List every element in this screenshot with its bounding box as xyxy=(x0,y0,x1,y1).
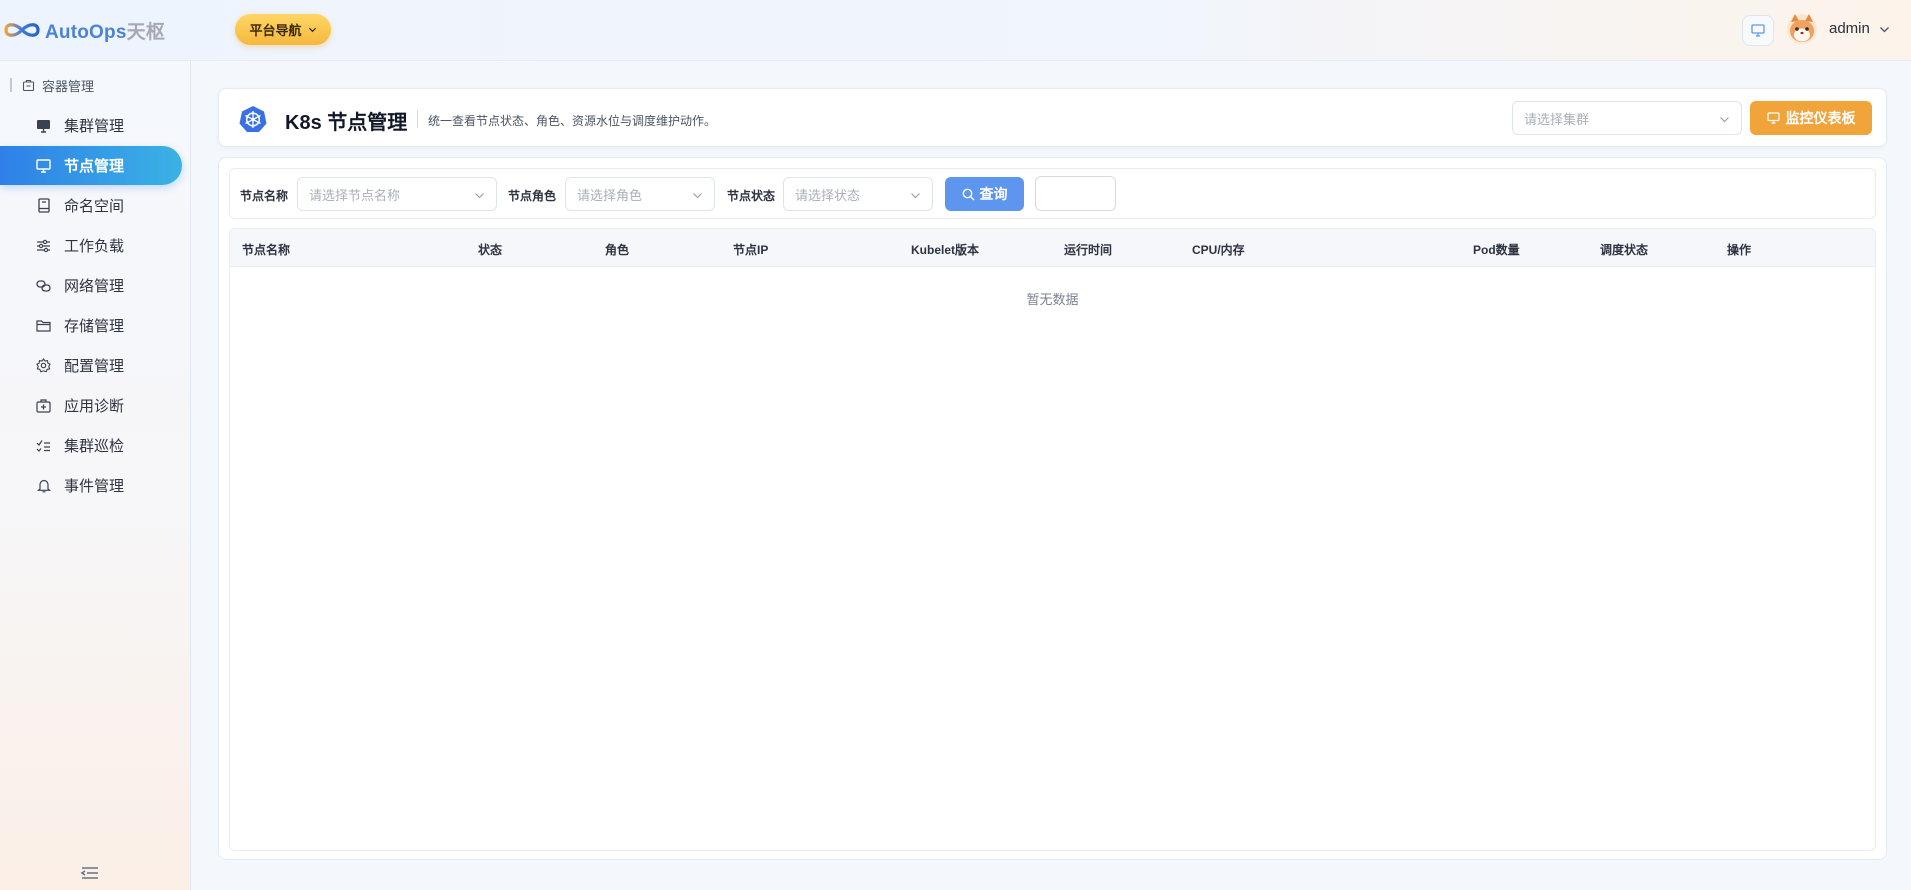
query-label: 查询 xyxy=(979,186,1008,202)
chevron-down-icon xyxy=(693,193,702,199)
sidebar-item-cluster[interactable]: 集群管理 xyxy=(0,106,182,145)
monitor-icon xyxy=(1751,24,1765,37)
node-role-placeholder: 请选择角色 xyxy=(577,187,643,203)
checklist-icon xyxy=(36,438,51,453)
platform-nav-label: 平台导航 xyxy=(249,23,302,38)
sidebar-group-title: 容器管理 xyxy=(10,75,94,95)
nodes-table: 节点名称 状态 角色 节点IP Kubelet版本 运行时间 CPU/内存 Po… xyxy=(229,228,1876,851)
avatar[interactable] xyxy=(1786,12,1818,45)
sidebar-item-config[interactable]: 配置管理 xyxy=(0,346,182,385)
sidebar-item-diagnosis[interactable]: 应用诊断 xyxy=(0,386,182,425)
folder-icon xyxy=(36,318,51,333)
monitor-icon xyxy=(36,158,51,173)
chevron-down-icon xyxy=(475,193,484,199)
sidebar-item-label: 应用诊断 xyxy=(64,398,125,415)
cluster-select-placeholder: 请选择集群 xyxy=(1524,111,1590,127)
node-status-filter-label: 节点状态 xyxy=(727,189,776,203)
sidebar-item-storage[interactable]: 存储管理 xyxy=(0,306,182,345)
page-header-card: K8s 节点管理 统一查看节点状态、角色、资源水位与调度维护动作。 请选择集群 … xyxy=(218,88,1887,147)
node-status-placeholder: 请选择状态 xyxy=(795,187,861,203)
sidebar: 容器管理 集群管理 节点管理 命名空间 工作负载 网络管理 存储管理 配置管理 … xyxy=(0,61,191,890)
table-empty-text: 暂无数据 xyxy=(1026,292,1079,307)
column-header-cpu-memory[interactable]: CPU/内存 xyxy=(1192,241,1245,258)
sidebar-item-network[interactable]: 网络管理 xyxy=(0,266,182,305)
chevron-down-icon[interactable] xyxy=(1879,24,1890,35)
sidebar-item-label: 网络管理 xyxy=(64,278,125,295)
column-header-node-ip[interactable]: 节点IP xyxy=(733,241,768,258)
cluster-select[interactable]: 请选择集群 xyxy=(1512,101,1742,135)
node-status-select[interactable]: 请选择状态 xyxy=(783,177,933,211)
book-icon xyxy=(36,198,51,213)
column-header-uptime[interactable]: 运行时间 xyxy=(1064,241,1112,258)
reset-button[interactable] xyxy=(1035,176,1116,211)
monitor-icon xyxy=(1766,112,1780,124)
sidebar-item-inspection[interactable]: 集群巡检 xyxy=(0,426,182,465)
top-header: AutoOps天枢 平台导航 admin xyxy=(0,0,1911,61)
column-header-kubelet-version[interactable]: Kubelet版本 xyxy=(911,241,979,258)
column-header-role[interactable]: 角色 xyxy=(605,241,629,258)
monitor-dashboard-label: 监控仪表板 xyxy=(1785,110,1856,126)
group-divider xyxy=(10,78,12,92)
node-role-select[interactable]: 请选择角色 xyxy=(565,177,715,211)
link-icon xyxy=(36,278,51,293)
column-header-schedule-status[interactable]: 调度状态 xyxy=(1600,241,1648,258)
infinity-logo-icon xyxy=(4,23,40,37)
screen-toggle-button[interactable] xyxy=(1742,15,1774,46)
node-name-select[interactable]: 请选择节点名称 xyxy=(297,177,497,211)
sidebar-group-label: 容器管理 xyxy=(42,78,95,94)
chevron-down-icon xyxy=(911,193,920,199)
node-role-filter-label: 节点角色 xyxy=(508,189,557,203)
page-description: 统一查看节点状态、角色、资源水位与调度维护动作。 xyxy=(428,114,717,128)
monitor-solid-icon xyxy=(36,118,51,133)
chevron-down-icon xyxy=(1720,117,1729,123)
column-header-pod-count[interactable]: Pod数量 xyxy=(1473,241,1520,258)
sidebar-item-namespace[interactable]: 命名空间 xyxy=(0,186,182,225)
table-header: 节点名称 状态 角色 节点IP Kubelet版本 运行时间 CPU/内存 Po… xyxy=(230,229,1875,267)
filter-bar: 节点名称 请选择节点名称 节点角色 请选择角色 节点状态 请选择状态 查询 xyxy=(229,168,1876,219)
collapse-sidebar-icon[interactable] xyxy=(80,865,100,881)
sidebar-item-events[interactable]: 事件管理 xyxy=(0,466,182,505)
app-logo[interactable]: AutoOps天枢 xyxy=(2,15,165,45)
sidebar-item-label: 配置管理 xyxy=(64,358,125,375)
kubernetes-icon xyxy=(239,106,267,132)
sliders-icon xyxy=(36,238,51,253)
column-header-actions: 操作 xyxy=(1727,243,1752,257)
sidebar-item-label: 节点管理 xyxy=(64,158,125,175)
bell-icon xyxy=(36,478,51,493)
chevron-down-icon xyxy=(308,27,316,33)
medical-kit-icon xyxy=(36,398,51,413)
column-header-node-name[interactable]: 节点名称 xyxy=(242,241,290,258)
node-name-filter-label: 节点名称 xyxy=(240,189,289,203)
sidebar-item-label: 集群管理 xyxy=(64,118,125,135)
gear-icon xyxy=(36,358,51,373)
platform-nav-button[interactable]: 平台导航 xyxy=(235,14,331,45)
sidebar-item-label: 存储管理 xyxy=(64,318,125,335)
main-content-card: 节点名称 请选择节点名称 节点角色 请选择角色 节点状态 请选择状态 查询 节点… xyxy=(218,157,1887,860)
sidebar-item-nodes[interactable]: 节点管理 xyxy=(0,146,182,185)
sidebar-item-label: 工作负载 xyxy=(64,238,125,255)
page-title: K8s 节点管理 xyxy=(285,112,408,134)
node-name-placeholder: 请选择节点名称 xyxy=(309,187,401,203)
user-name[interactable]: admin xyxy=(1829,20,1870,37)
sidebar-item-label: 集群巡检 xyxy=(64,438,125,455)
monitor-dashboard-button[interactable]: 监控仪表板 xyxy=(1750,101,1872,135)
sidebar-item-workload[interactable]: 工作负载 xyxy=(0,226,182,265)
box-icon xyxy=(22,79,35,91)
search-icon xyxy=(962,188,974,200)
query-button[interactable]: 查询 xyxy=(945,177,1024,211)
sidebar-item-label: 命名空间 xyxy=(64,198,125,215)
app-title: AutoOps天枢 xyxy=(45,21,166,43)
sidebar-item-label: 事件管理 xyxy=(64,478,125,495)
title-divider xyxy=(417,110,418,128)
column-header-status[interactable]: 状态 xyxy=(478,241,502,258)
